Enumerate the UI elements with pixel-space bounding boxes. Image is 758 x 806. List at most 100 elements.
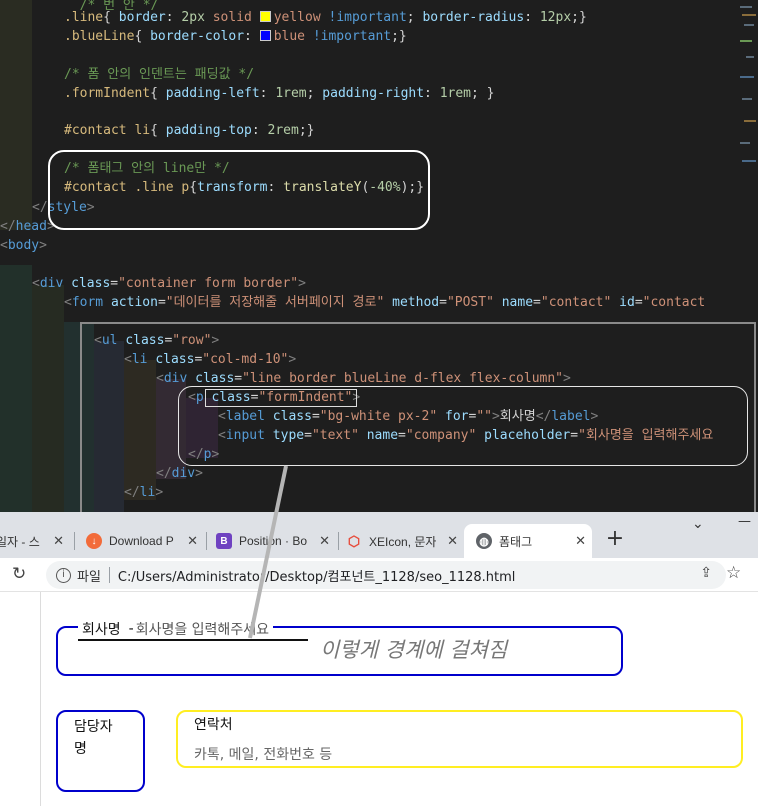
code-token: ;}: [298, 123, 315, 138]
tab-title: Position · Bo: [239, 534, 308, 548]
code-token: form: [71, 295, 104, 310]
bootstrap-logo-icon: B: [216, 533, 232, 549]
code-line: #contact li{ padding-top: 2rem;}: [64, 121, 758, 140]
code-line: <body>: [0, 236, 736, 255]
reload-icon[interactable]: ↻: [12, 564, 26, 584]
code-token: :: [259, 86, 276, 101]
tab-title: 폼태그: [499, 534, 533, 549]
minimap-line: [744, 24, 754, 26]
code-token: padding-left: [165, 86, 260, 101]
code-token: method: [392, 295, 440, 310]
code-token: head: [15, 219, 47, 234]
code-token: >: [298, 276, 306, 291]
code-token: padding-top: [165, 123, 252, 138]
code-token: #contact li: [64, 123, 151, 138]
close-icon[interactable]: ✕: [447, 533, 458, 549]
code-token: "POST": [446, 295, 494, 310]
code-token: action: [110, 295, 158, 310]
minimap-line: [746, 56, 754, 58]
url-text[interactable]: C:/Users/Administrator/Desktop/컴포넌트_1128…: [118, 566, 515, 585]
browser-window: 일자 - 스 ✕ ↓ Download P ✕ B Position · Bo …: [0, 512, 758, 806]
code-token: div: [39, 276, 64, 291]
code-token: /* 폼 안의 인덴트는 패딩값 */: [64, 67, 255, 82]
code-token: {: [134, 29, 151, 44]
minimize-button[interactable]: —: [738, 514, 751, 529]
close-icon[interactable]: ✕: [53, 533, 64, 549]
minimap-line: [740, 40, 752, 42]
minimap-line: [740, 76, 754, 78]
code-line: <form action="데이터를 저장해줄 서버페이지 경로" method…: [64, 293, 758, 312]
code-token: .formIndent: [64, 86, 151, 101]
annotation-style-box: [48, 150, 430, 230]
info-icon[interactable]: i: [56, 567, 71, 583]
code-editor[interactable]: /* 번 안 */.line{ border: 2px solid yellow…: [0, 0, 758, 512]
code-line: <div class="container form border">: [32, 274, 758, 293]
code-token: border-color: [150, 29, 245, 44]
code-token: !important: [312, 29, 392, 44]
code-token: :: [524, 10, 540, 25]
contact-input[interactable]: 카톡, 메일, 전화번호 등: [194, 744, 332, 764]
indent-guide: [0, 265, 32, 512]
company-label-underline: [78, 639, 308, 641]
highlight-formindent-attr: [205, 389, 357, 407]
code-token: {: [150, 86, 166, 101]
annotation-note: 이렇게 경계에 걸쳐짐: [320, 638, 508, 662]
tab-1[interactable]: 일자 - 스 ✕: [0, 524, 70, 558]
close-icon[interactable]: ✕: [575, 533, 586, 549]
code-token: .line: [64, 10, 104, 25]
code-token: 2rem: [267, 123, 299, 138]
color-swatch: [259, 30, 271, 41]
code-token: ;: [406, 10, 423, 25]
tab-5-active[interactable]: ◍ 폼태그 ✕: [464, 524, 592, 558]
close-icon[interactable]: ✕: [319, 533, 330, 549]
tab-4[interactable]: ⬡ XEIcon, 문자 ✕: [342, 524, 464, 558]
code-token: {: [150, 123, 166, 138]
minimap-line: [742, 14, 756, 16]
company-label-row: 회사명 - 회사명을 입력해주세요: [78, 618, 273, 640]
code-token: 2px: [181, 10, 205, 25]
minimap[interactable]: [738, 0, 758, 200]
code-line: .blueLine{ border-color: blue !important…: [64, 27, 758, 46]
company-dash: -: [128, 621, 134, 637]
tab-separator: [74, 532, 75, 550]
code-token: ;}: [571, 10, 587, 25]
code-token: blue: [273, 29, 305, 44]
code-token: =: [110, 276, 119, 291]
new-tab-button[interactable]: +: [604, 526, 626, 552]
code-token: =: [634, 295, 643, 310]
tab-search-button[interactable]: ⌄: [692, 516, 704, 532]
code-token: border-radius: [422, 10, 525, 25]
company-input[interactable]: 회사명을 입력해주세요: [136, 619, 269, 639]
tab-strip: 일자 - 스 ✕ ↓ Download P ✕ B Position · Bo …: [0, 512, 758, 558]
tab-3[interactable]: B Position · Bo ✕: [210, 524, 336, 558]
minimap-line: [744, 120, 756, 122]
company-label: 회사명: [82, 622, 121, 638]
tab-2[interactable]: ↓ Download P ✕: [80, 524, 204, 558]
address-divider: [108, 567, 110, 583]
code-token: "container form border": [118, 276, 299, 291]
page-left-border: [40, 592, 41, 806]
code-token: padding-right: [322, 86, 425, 101]
share-icon[interactable]: ⇪: [700, 565, 712, 581]
code-token: class: [71, 276, 111, 291]
close-icon[interactable]: ✕: [187, 533, 198, 549]
color-swatch: [259, 11, 271, 22]
code-token: 12px: [539, 10, 572, 25]
code-token: ; }: [471, 86, 495, 101]
code-token: "데이터를 저장해줄 서버페이지 경로": [165, 295, 385, 310]
code-token: =: [533, 295, 541, 310]
address-bar[interactable]: i 파일 C:/Users/Administrator/Desktop/컴포넌트…: [46, 561, 726, 589]
bookmark-star-icon[interactable]: ☆: [726, 563, 741, 583]
indent-guide: [0, 0, 32, 230]
code-token: 1rem: [275, 86, 307, 101]
code-token: !important: [328, 10, 407, 25]
code-token: :: [251, 123, 268, 138]
